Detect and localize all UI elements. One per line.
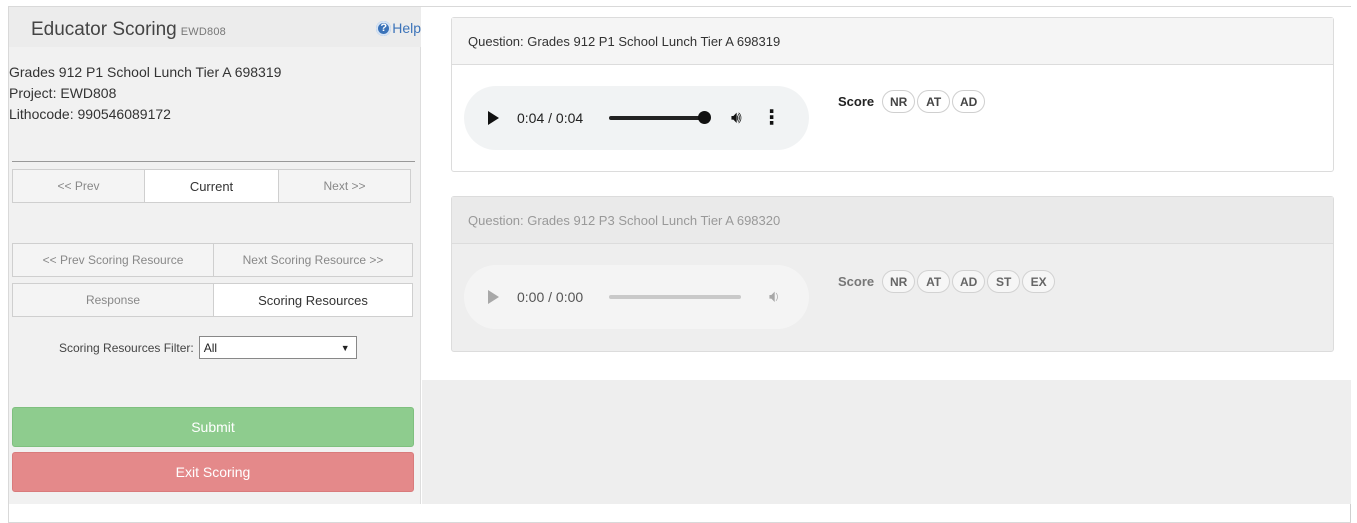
sidebar-header: Educator Scoring EWD808 ? Help xyxy=(9,7,421,47)
play-icon[interactable] xyxy=(488,111,499,125)
score-st-button[interactable]: ST xyxy=(987,270,1021,293)
help-label: Help xyxy=(392,20,421,36)
tab-response[interactable]: Response xyxy=(12,283,214,317)
audio-time: 0:00 / 0:00 xyxy=(517,289,584,305)
next-button[interactable]: Next >> xyxy=(278,169,411,203)
question-title: Question: Grades 912 P1 School Lunch Tie… xyxy=(452,18,1333,65)
resource-nav: << Prev Scoring Resource Next Scoring Re… xyxy=(12,243,413,277)
lithocode-line: Lithocode: 990546089172 xyxy=(9,106,171,122)
sidebar-divider xyxy=(12,161,415,162)
app-title-text: Educator Scoring xyxy=(31,19,177,40)
score-at-button[interactable]: AT xyxy=(917,90,951,113)
question-panel-2: Question: Grades 912 P3 School Lunch Tie… xyxy=(451,196,1334,352)
score-nr-button[interactable]: NR xyxy=(882,90,916,113)
score-options: Score NR AT AD xyxy=(838,90,987,113)
app-frame: Educator Scoring EWD808 ? Help Grades 912… xyxy=(8,6,1351,523)
score-label: Score xyxy=(838,94,875,109)
score-nr-button[interactable]: NR xyxy=(882,270,916,293)
main-empty-area xyxy=(422,380,1351,504)
audio-seek-slider[interactable] xyxy=(609,295,741,299)
score-ad-button[interactable]: AD xyxy=(952,270,986,293)
question-body: 0:00 / 0:00 🔉︎ Score NR AT AD ST EX xyxy=(452,244,1333,350)
main-content: Question: Grades 912 P1 School Lunch Tie… xyxy=(422,7,1351,380)
score-ex-button[interactable]: EX xyxy=(1022,270,1056,293)
score-at-button[interactable]: AT xyxy=(917,270,951,293)
prev-button[interactable]: << Prev xyxy=(12,169,145,203)
caret-down-icon: ▼ xyxy=(340,342,350,353)
question-circle-icon: ? xyxy=(376,20,392,36)
prev-resource-button[interactable]: << Prev Scoring Resource xyxy=(12,243,214,277)
resources-filter: Scoring Resources Filter: All ▼ xyxy=(59,336,357,359)
project-line: Project: EWD808 xyxy=(9,85,117,101)
volume-icon[interactable]: 🔉︎ xyxy=(769,287,780,307)
audio-player: 0:00 / 0:00 🔉︎ xyxy=(464,265,809,329)
next-resource-button[interactable]: Next Scoring Resource >> xyxy=(213,243,413,277)
question-title: Question: Grades 912 P3 School Lunch Tie… xyxy=(452,197,1333,244)
score-ad-button[interactable]: AD xyxy=(952,90,986,113)
project-code: EWD808 xyxy=(180,26,226,38)
filter-selected-value: All xyxy=(203,340,218,355)
help-link[interactable]: ? Help xyxy=(376,20,421,36)
question-body: 0:04 / 0:04 🔊︎ ⋮ Score NR AT AD xyxy=(452,65,1333,171)
score-options: Score NR AT AD ST EX xyxy=(838,270,1057,293)
app-title: Educator Scoring EWD808 xyxy=(31,19,226,41)
current-button[interactable]: Current xyxy=(144,169,279,203)
sidebar: Educator Scoring EWD808 ? Help Grades 912… xyxy=(9,7,421,504)
submit-button[interactable]: Submit xyxy=(12,407,414,447)
filter-label: Scoring Resources Filter: xyxy=(59,340,194,355)
item-info: Grades 912 P1 School Lunch Tier A 698319… xyxy=(9,62,281,125)
audio-time: 0:04 / 0:04 xyxy=(517,110,584,126)
seek-thumb[interactable] xyxy=(698,111,711,124)
item-name: Grades 912 P1 School Lunch Tier A 698319 xyxy=(9,64,282,80)
exit-scoring-button[interactable]: Exit Scoring xyxy=(12,452,414,492)
filter-select[interactable]: All ▼ xyxy=(198,336,357,359)
view-tabs: Response Scoring Resources xyxy=(12,283,413,317)
response-nav: << Prev Current Next >> xyxy=(12,169,411,203)
tab-scoring-resources[interactable]: Scoring Resources xyxy=(213,283,413,317)
play-icon[interactable] xyxy=(488,290,499,304)
question-panel-1: Question: Grades 912 P1 School Lunch Tie… xyxy=(451,17,1334,172)
more-options-icon[interactable]: ⋮ xyxy=(762,108,782,128)
audio-player: 0:04 / 0:04 🔊︎ ⋮ xyxy=(464,86,809,150)
volume-icon[interactable]: 🔊︎ xyxy=(731,108,742,128)
score-label: Score xyxy=(838,274,875,289)
audio-seek-slider[interactable] xyxy=(609,111,711,124)
